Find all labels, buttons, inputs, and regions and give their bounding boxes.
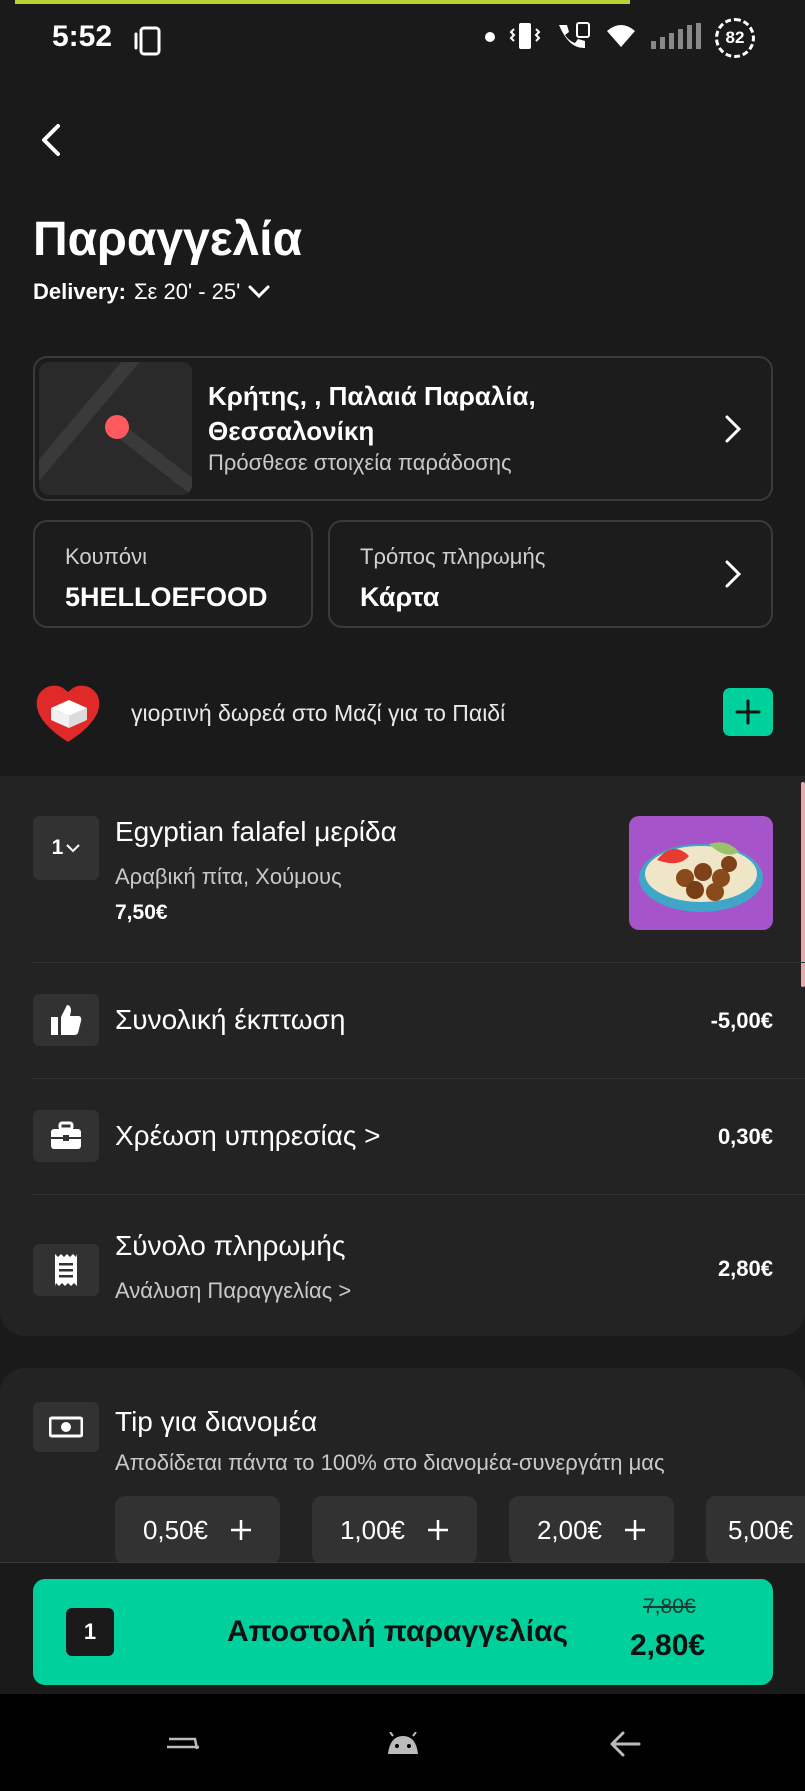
item-name[interactable]: Egyptian falafel μερίδα <box>115 816 397 848</box>
plus-icon <box>428 1520 449 1540</box>
plus-icon <box>231 1520 252 1540</box>
coupon-code: 5HELLOEFOOD <box>65 582 268 612</box>
dot-icon <box>485 29 495 47</box>
screen-rotate-icon <box>133 26 167 61</box>
total-row: Σύνολο πληρωμής Ανάλυση Παραγγελίας > 2,… <box>0 1194 805 1324</box>
order-summary-panel: 1 Egyptian falafel μερίδα Αραβική πίτα, … <box>0 776 805 1336</box>
discount-row: Συνολική έκπτωση -5,00€ <box>0 962 805 1078</box>
tip-options: 0,50€ 1,00€ 2,00€ 5,00€ <box>115 1496 805 1564</box>
quantity-value: 1 <box>51 836 64 859</box>
tip-panel: Tip για διανομέα Αποδίδεται πάντα το 100… <box>0 1368 805 1568</box>
item-options: Αραβική πίτα, Χούμους <box>115 864 342 889</box>
cart-count-badge: 1 <box>66 1608 114 1656</box>
scroll-indicator <box>801 782 805 987</box>
status-bar: 5:52 82 <box>0 4 805 72</box>
tip-amount: 2,00€ <box>536 1514 603 1545</box>
delivery-time-selector[interactable]: Delivery: Σε 20' - 25' <box>33 279 270 305</box>
address-card[interactable]: Κρήτης, , Παλαιά Παραλία, Θεσσαλονίκη Πρ… <box>33 356 773 501</box>
address-street: Κρήτης, , Παλαιά Παραλία, <box>208 381 536 411</box>
delivery-time: Σε 20' - 25' <box>133 279 241 304</box>
tip-amount: 0,50€ <box>142 1514 209 1545</box>
receipt-icon <box>33 1244 99 1296</box>
signal-icon <box>651 22 701 54</box>
back-arrow-icon <box>610 1731 641 1757</box>
recents-icon <box>167 1737 199 1750</box>
vibrate-icon <box>509 21 541 56</box>
thumbs-up-icon <box>33 994 99 1046</box>
discount-label: Συνολική έκπτωση <box>115 1004 346 1035</box>
chevron-right-icon <box>725 560 741 588</box>
bottom-action-bar: 1 Αποστολή παραγγελίας 7,80€ 2,80€ <box>0 1562 805 1694</box>
order-breakdown-link[interactable]: Ανάλυση Παραγγελίας > <box>115 1278 351 1304</box>
plus-icon <box>735 699 761 725</box>
address-city: Θεσσαλονίκη <box>208 416 375 446</box>
item-image <box>629 816 773 930</box>
original-price: 7,80€ <box>643 1595 696 1618</box>
item-price: 7,50€ <box>115 901 168 924</box>
tip-option[interactable]: 5,00€ <box>706 1496 805 1564</box>
battery-icon: 82 <box>715 18 755 58</box>
tip-option[interactable]: 2,00€ <box>509 1496 674 1564</box>
back-nav-button[interactable] <box>600 1724 650 1764</box>
service-fee-value: 0,30€ <box>717 1124 773 1149</box>
cash-icon <box>33 1402 99 1452</box>
plus-icon <box>625 1520 646 1540</box>
chevron-down-icon <box>248 285 270 299</box>
tip-subtitle: Αποδίδεται πάντα το 100% στο διανομέα-συ… <box>115 1450 665 1475</box>
page-title: Παραγγελία <box>33 213 303 266</box>
heart-box-icon <box>33 678 103 753</box>
briefcase-icon <box>33 1110 99 1162</box>
total-value: 2,80€ <box>717 1256 773 1281</box>
payment-method-card[interactable]: Τρόπος πληρωμής Κάρτα <box>328 520 773 628</box>
coupon-label: Κουπόνι <box>65 544 147 569</box>
wifi-call-icon <box>555 21 591 56</box>
donation-row: γιορτινή δωρεά στο Μαζί για το Παιδί <box>33 678 773 748</box>
address-hint: Πρόσθεσε στοιχεία παράδοσης <box>208 450 512 475</box>
service-fee-label: Χρέωση υπηρεσίας > <box>115 1120 381 1151</box>
final-price: 2,80€ <box>630 1629 706 1662</box>
submit-order-label: Αποστολή παραγγελίας <box>227 1615 569 1648</box>
tip-amount: 1,00€ <box>339 1514 406 1545</box>
quantity-selector[interactable]: 1 <box>33 816 99 880</box>
payment-value: Κάρτα <box>360 582 440 612</box>
map-thumbnail <box>39 362 192 495</box>
chevron-down-icon <box>66 844 81 853</box>
status-icons: 82 <box>485 18 755 58</box>
status-time: 5:52 <box>52 20 113 53</box>
system-nav-bar <box>0 1694 805 1791</box>
wifi-icon <box>605 23 637 54</box>
tip-amount: 5,00€ <box>728 1514 794 1545</box>
chevron-right-icon <box>725 415 741 442</box>
home-button[interactable] <box>378 1724 428 1764</box>
recents-button[interactable] <box>158 1724 208 1764</box>
map-pin-icon <box>105 415 129 439</box>
tip-option[interactable]: 1,00€ <box>312 1496 477 1564</box>
tip-option[interactable]: 0,50€ <box>115 1496 280 1564</box>
android-icon <box>388 1732 418 1754</box>
service-fee-row[interactable]: Χρέωση υπηρεσίας > 0,30€ <box>0 1078 805 1194</box>
payment-label: Τρόπος πληρωμής <box>360 544 546 569</box>
donation-text: γιορτινή δωρεά στο Μαζί για το Παιδί <box>131 700 506 726</box>
discount-value: -5,00€ <box>710 1008 773 1033</box>
submit-order-button[interactable]: 1 Αποστολή παραγγελίας 7,80€ 2,80€ <box>33 1579 773 1685</box>
tip-title: Tip για διανομέα <box>115 1406 318 1437</box>
add-donation-button[interactable] <box>723 688 773 736</box>
chevron-left-icon <box>42 124 60 156</box>
back-button[interactable] <box>30 118 70 162</box>
total-label: Σύνολο πληρωμής <box>115 1230 346 1261</box>
coupon-card[interactable]: Κουπόνι 5HELLOEFOOD <box>33 520 313 628</box>
delivery-label: Delivery: <box>33 279 126 304</box>
